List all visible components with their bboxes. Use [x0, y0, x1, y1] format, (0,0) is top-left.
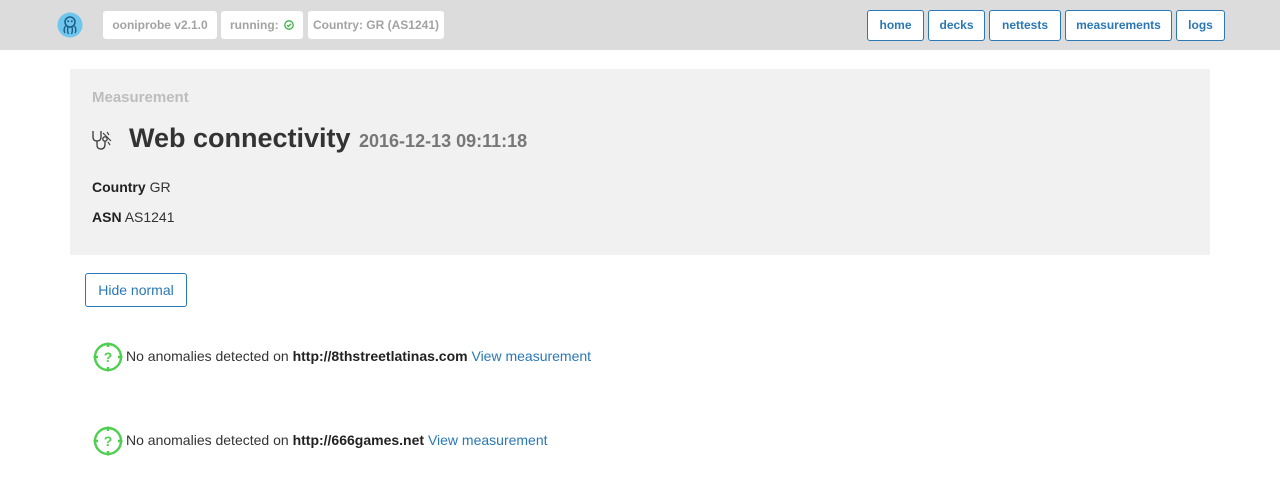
running-status-badge: running: — [221, 11, 303, 39]
asn-label: ASN — [92, 209, 122, 225]
running-label: running: — [230, 18, 279, 32]
country-text: Country: GR (AS1241) — [312, 18, 440, 32]
nav-nettests-button[interactable]: nettests — [989, 10, 1061, 41]
country-row: Country GR — [92, 179, 171, 195]
asn-value: AS1241 — [124, 209, 175, 225]
measurement-timestamp: 2016-12-13 09:11:18 — [359, 131, 528, 151]
check-circle-icon — [284, 20, 294, 32]
stethoscope-icon — [92, 131, 112, 150]
top-bar: ooniprobe v2.1.0 running: Country: GR (A… — [0, 0, 1280, 50]
country-label: Country — [92, 179, 146, 195]
question-target-icon: ? — [93, 342, 123, 372]
nav-logs-button[interactable]: logs — [1176, 10, 1225, 41]
nav-home-button[interactable]: home — [867, 10, 924, 41]
measurement-panel: Measurement Web connectivity 2016-12-13 … — [70, 69, 1210, 255]
version-text: ooniprobe v2.1.0 — [112, 18, 208, 32]
result-text: No anomalies detected on http://666games… — [126, 432, 548, 448]
result-url: http://8thstreetlatinas.com — [292, 348, 468, 364]
view-measurement-link[interactable]: View measurement — [428, 432, 548, 448]
result-message: No anomalies detected on — [126, 432, 289, 448]
hide-normal-button[interactable]: Hide normal — [85, 273, 187, 307]
view-measurement-link[interactable]: View measurement — [471, 348, 591, 364]
version-badge: ooniprobe v2.1.0 — [103, 11, 217, 39]
nav-measurements-button[interactable]: measurements — [1065, 10, 1172, 41]
country-badge: Country: GR (AS1241) — [308, 11, 444, 39]
result-message: No anomalies detected on — [126, 348, 289, 364]
svg-text:?: ? — [104, 433, 113, 449]
title-row: Web connectivity 2016-12-13 09:11:18 — [129, 123, 527, 154]
panel-label: Measurement — [92, 89, 189, 106]
ooni-logo-icon[interactable] — [57, 12, 83, 38]
page-title: Web connectivity — [129, 123, 351, 153]
svg-text:?: ? — [104, 349, 113, 365]
country-value: GR — [149, 179, 171, 195]
asn-row: ASN AS1241 — [92, 209, 175, 225]
result-url: http://666games.net — [292, 432, 425, 448]
nav-decks-button[interactable]: decks — [928, 10, 985, 41]
result-text: No anomalies detected on http://8thstree… — [126, 348, 591, 364]
question-target-icon: ? — [93, 426, 123, 456]
